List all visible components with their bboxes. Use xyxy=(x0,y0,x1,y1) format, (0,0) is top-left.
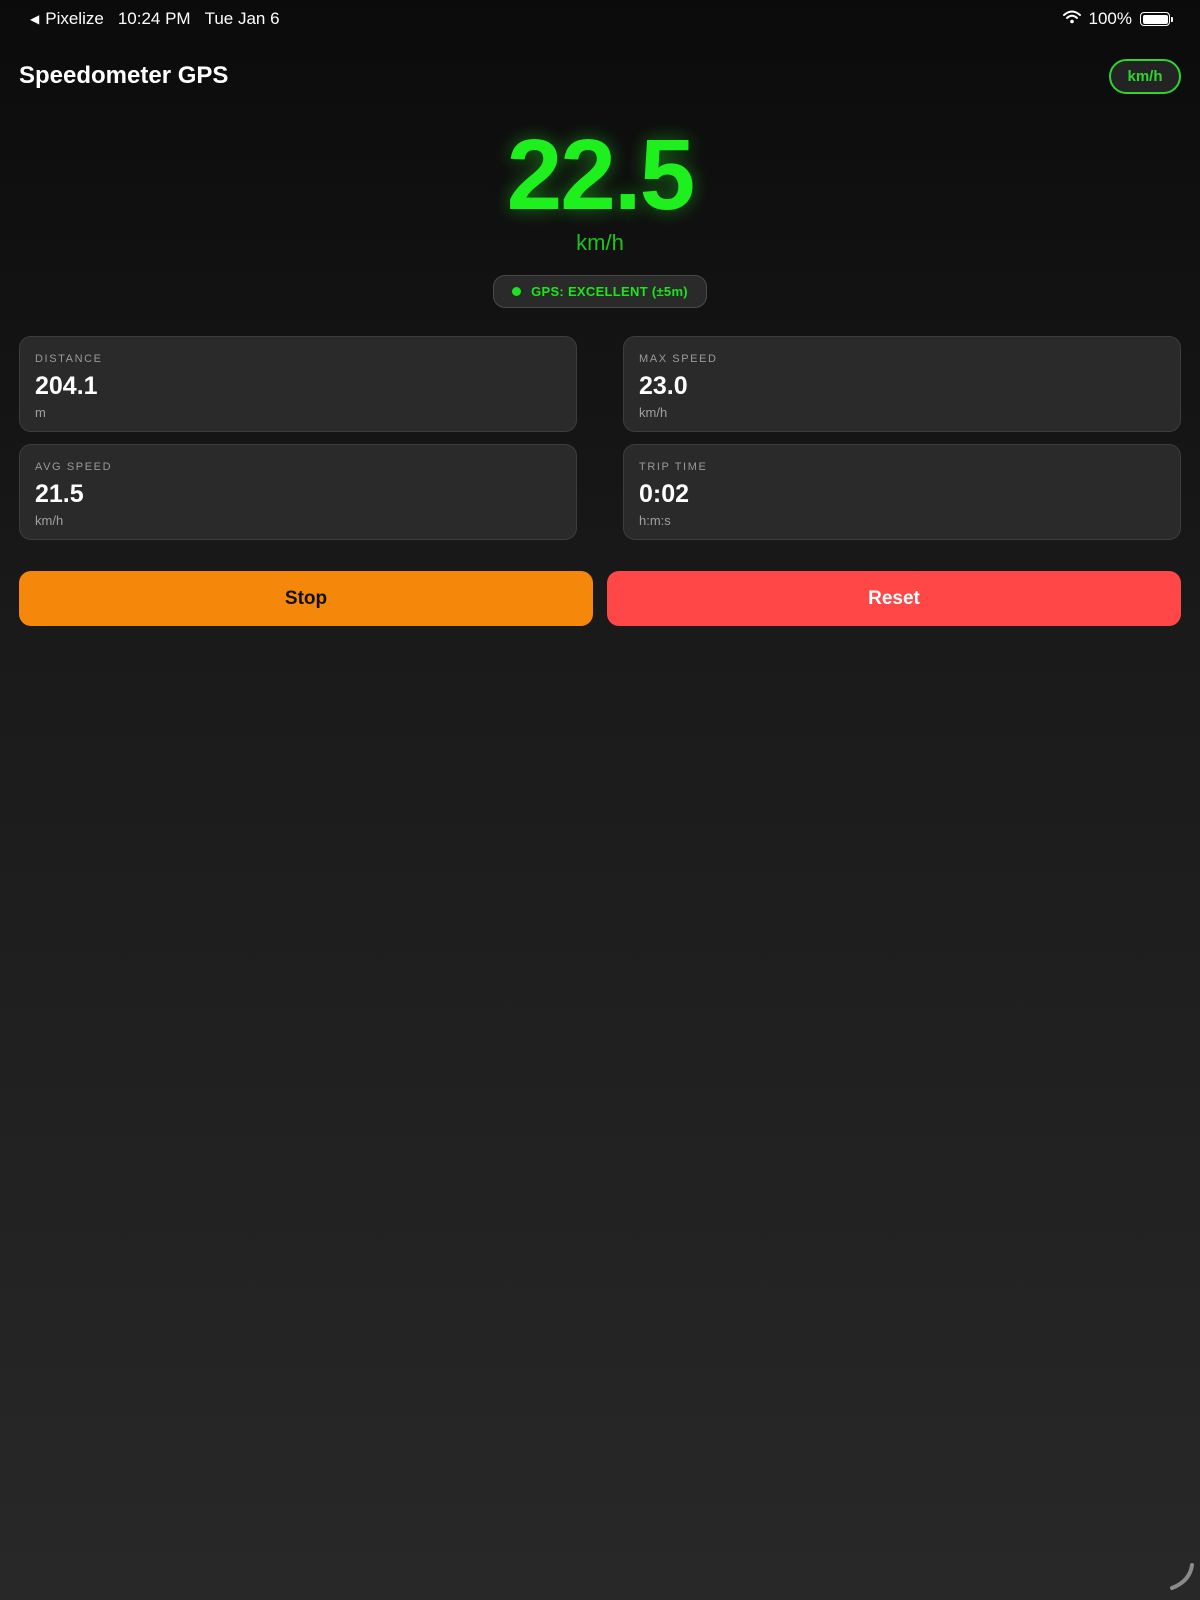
gps-status-dot-icon xyxy=(512,287,522,296)
distance-value: 204.1 xyxy=(35,372,98,400)
max-speed-value: 23.0 xyxy=(639,372,688,400)
max-speed-unit: km/h xyxy=(639,405,668,420)
trip-time-unit: h:m:s xyxy=(639,513,671,528)
distance-unit: m xyxy=(35,405,46,420)
status-left: ◀ Pixelize 10:24 PM Tue Jan 6 xyxy=(30,9,280,29)
status-bar: ◀ Pixelize 10:24 PM Tue Jan 6 100% xyxy=(0,0,1200,38)
gps-status-text: GPS: EXCELLENT (±5m) xyxy=(531,284,688,299)
current-speed-unit: km/h xyxy=(576,230,624,255)
distance-card: DISTANCE 204.1 m xyxy=(19,336,577,432)
battery-icon xyxy=(1140,12,1173,26)
stop-button[interactable]: Stop xyxy=(19,571,593,626)
header: Speedometer GPS km/h xyxy=(19,58,1181,94)
page-title: Speedometer GPS xyxy=(19,62,229,89)
back-arrow-icon: ◀ xyxy=(30,12,40,26)
resize-handle-icon[interactable] xyxy=(1166,1561,1196,1596)
app-screen: ◀ Pixelize 10:24 PM Tue Jan 6 100% Speed… xyxy=(0,0,1200,1600)
max-speed-card: MAX SPEED 23.0 km/h xyxy=(623,336,1181,432)
avg-speed-unit: km/h xyxy=(35,513,64,528)
max-speed-label: MAX SPEED xyxy=(639,353,718,365)
trip-time-value: 0:02 xyxy=(639,480,690,508)
back-to-app-button[interactable]: ◀ Pixelize xyxy=(30,9,104,29)
wifi-icon xyxy=(1062,9,1081,29)
distance-label: DISTANCE xyxy=(35,353,103,365)
reset-button[interactable]: Reset xyxy=(607,571,1181,626)
back-app-label: Pixelize xyxy=(45,9,104,28)
avg-speed-label: AVG SPEED xyxy=(35,461,113,473)
avg-speed-card: AVG SPEED 21.5 km/h xyxy=(19,444,577,540)
trip-time-label: TRIP TIME xyxy=(639,461,708,473)
status-time: 10:24 PM xyxy=(117,9,191,28)
status-right: 100% xyxy=(1062,9,1173,29)
avg-speed-value: 21.5 xyxy=(35,480,84,508)
current-speed-value: 22.5 xyxy=(506,119,696,231)
status-date: Tue Jan 6 xyxy=(204,9,280,28)
unit-toggle-button[interactable]: km/h xyxy=(1109,58,1181,94)
battery-percent: 100% xyxy=(1088,9,1132,28)
trip-time-card: TRIP TIME 0:02 h:m:s xyxy=(623,444,1181,540)
gps-status-badge: GPS: EXCELLENT (±5m) xyxy=(493,275,707,308)
